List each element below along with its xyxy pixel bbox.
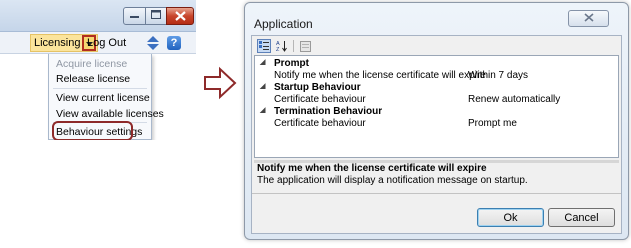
property-row[interactable]: Certificate behaviour Prompt me	[255, 118, 618, 129]
description-text: The application will display a notificat…	[257, 175, 528, 186]
cancel-button[interactable]: Cancel	[548, 208, 615, 227]
menu-item-release-license[interactable]: Release license	[49, 72, 151, 86]
category-termination-behaviour[interactable]: ◢ Termination Behaviour	[255, 106, 618, 117]
dialog-body: A Z ◢ Prompt Notify me when the license …	[251, 35, 622, 234]
menu-item-acquire-license: Acquire license	[56, 58, 128, 70]
window-titlebar	[0, 0, 196, 32]
category-label: Termination Behaviour	[274, 106, 383, 117]
collapse-caret-icon[interactable]: ◢	[260, 82, 265, 90]
behaviour-settings-highlight	[52, 121, 133, 140]
property-name: Certificate behaviour	[274, 94, 366, 105]
property-value[interactable]: Renew automatically	[468, 94, 560, 105]
property-grid-toolbar: A Z	[254, 38, 619, 54]
right-arrow-icon	[203, 66, 237, 103]
menu-separator	[53, 88, 147, 89]
close-icon	[174, 11, 186, 21]
menu-item-view-current-license[interactable]: View current license	[49, 91, 151, 105]
help-icon[interactable]: ?	[167, 36, 181, 50]
property-value[interactable]: Within 7 days	[468, 70, 528, 81]
menu-item-view-available-licenses[interactable]: View available licenses	[49, 107, 164, 121]
property-row[interactable]: Notify me when the license certificate w…	[255, 70, 618, 81]
description-pane: Notify me when the license certificate w…	[254, 163, 619, 191]
footer-separator	[252, 193, 621, 194]
category-startup-behaviour[interactable]: ◢ Startup Behaviour	[255, 82, 618, 93]
property-row[interactable]: Certificate behaviour Renew automaticall…	[255, 94, 618, 105]
sort-arrows-icon[interactable]	[147, 36, 159, 53]
close-button[interactable]	[166, 7, 194, 25]
alphabetical-sort-icon[interactable]: A Z	[275, 39, 289, 53]
maximize-button[interactable]	[145, 7, 167, 25]
category-label: Startup Behaviour	[274, 82, 361, 93]
categorized-icon[interactable]	[257, 39, 271, 53]
application-dialog: Application A Z ◢ Prompt Notify me when …	[244, 2, 629, 240]
menu-bar: Licensing Log Out ?	[0, 32, 196, 54]
minimize-icon	[130, 10, 139, 22]
application-window-fragment: Licensing Log Out ? Acquire license Rele…	[0, 0, 196, 140]
ok-button[interactable]: Ok	[477, 208, 544, 227]
svg-text:Z: Z	[276, 47, 280, 52]
maximize-icon	[151, 10, 161, 22]
category-label: Prompt	[274, 58, 309, 69]
dialog-title: Application	[254, 17, 313, 31]
logout-link[interactable]: Log Out	[87, 37, 126, 49]
licensing-menu-label: Licensing	[34, 37, 81, 49]
collapse-caret-icon[interactable]: ◢	[260, 106, 265, 114]
dialog-close-button[interactable]	[568, 10, 609, 27]
property-grid: ◢ Prompt Notify me when the license cert…	[254, 55, 619, 158]
property-name: Certificate behaviour	[274, 118, 366, 129]
property-name: Notify me when the license certificate w…	[274, 70, 486, 81]
close-icon	[583, 12, 594, 25]
collapse-caret-icon[interactable]: ◢	[260, 58, 265, 66]
description-title: Notify me when the license certificate w…	[257, 163, 487, 174]
property-value[interactable]: Prompt me	[468, 118, 517, 129]
toolbar-separator	[293, 40, 294, 52]
minimize-button[interactable]	[123, 7, 146, 25]
property-pages-icon[interactable]	[298, 39, 312, 53]
category-prompt[interactable]: ◢ Prompt	[255, 58, 618, 69]
